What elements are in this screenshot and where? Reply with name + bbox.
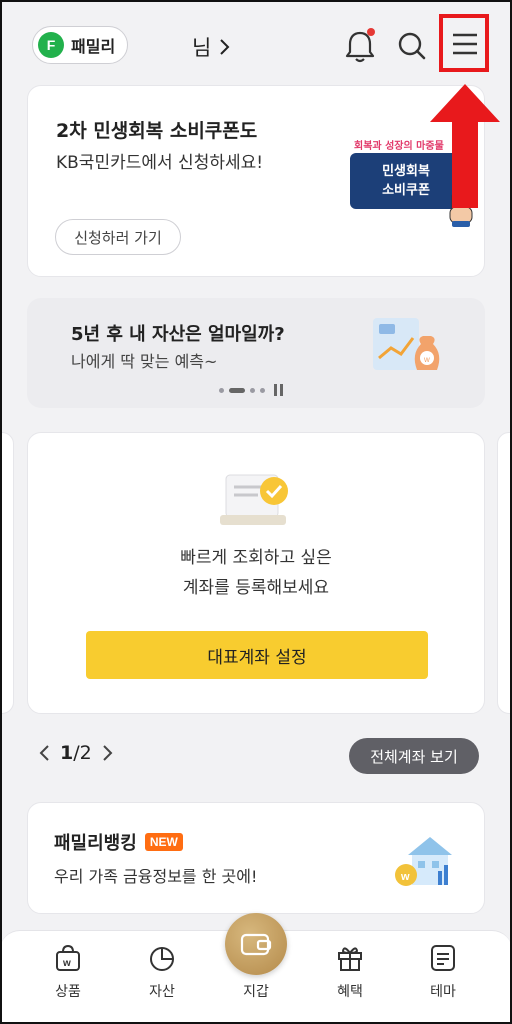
gift-icon [338, 947, 362, 971]
apply-button[interactable]: 신청하러 가기 [55, 219, 181, 255]
svg-text:w: w [400, 871, 410, 883]
red-arrow-up-icon [430, 84, 500, 208]
asset-forecast-banner[interactable]: 5년 후 내 자산은 얼마일까? 나에게 딱 맞는 예측~ w [27, 298, 485, 408]
family-f-icon: F [38, 32, 64, 58]
nav-products[interactable]: w 상품 [38, 941, 98, 1001]
notification-dot [367, 28, 375, 36]
family-banking-title: 패밀리뱅킹 [54, 833, 137, 854]
account-pager: 1/2 [38, 742, 114, 764]
nav-wallet-label[interactable]: 지갑 [225, 981, 287, 1001]
search-icon[interactable] [396, 30, 428, 62]
nav-theme-label: 테마 [430, 984, 456, 1000]
nav-benefits-label: 혜택 [337, 984, 363, 1000]
set-primary-account-button[interactable]: 대표계좌 설정 [86, 631, 428, 679]
document-list-icon [431, 945, 455, 971]
nav-theme[interactable]: 테마 [413, 941, 473, 1001]
account-message: 빠르게 조회하고 싶은 계좌를 등록해보세요 [28, 543, 484, 603]
nav-products-label: 상품 [55, 984, 81, 1000]
pager-dot [260, 387, 265, 393]
main-account-card: 빠르게 조회하고 싶은 계좌를 등록해보세요 대표계좌 설정 [27, 432, 485, 714]
pie-chart-icon [150, 947, 174, 971]
pause-icon[interactable] [274, 384, 286, 396]
prev-card-peek [0, 432, 14, 714]
bottom-navigation: w 상품 자산 지갑 혜택 테마 [0, 913, 512, 1024]
chevron-right-icon [220, 39, 230, 55]
page-number: 1/2 [60, 742, 92, 764]
family-chip[interactable]: F 패밀리 [32, 26, 128, 64]
shopping-bag-icon: w [56, 944, 80, 971]
nav-benefits[interactable]: 혜택 [320, 941, 380, 1001]
promo-subtitle: KB국민카드에서 신청하세요! [56, 153, 264, 173]
pager-dot [219, 387, 224, 393]
page-current: 1 [60, 742, 74, 764]
nav-assets-label: 자산 [149, 984, 175, 1000]
wallet-icon [240, 933, 272, 956]
new-badge: NEW [144, 833, 183, 851]
house-coin-icon: w [395, 837, 452, 886]
svg-text:w: w [62, 958, 71, 969]
user-name-link[interactable]: 님 [192, 32, 231, 62]
family-label: 패밀리 [71, 37, 116, 56]
document-check-icon [220, 474, 288, 525]
family-banking-subtitle: 우리 가족 금융정보를 한 곳에! [54, 867, 258, 886]
pager-dot [250, 387, 255, 393]
chart-moneybag-icon: w [373, 318, 440, 370]
next-card-peek [497, 432, 512, 714]
account-message-line2: 계좌를 등록해보세요 [182, 578, 330, 598]
family-banking-card[interactable]: 패밀리뱅킹 NEW 우리 가족 금융정보를 한 곳에! w [27, 802, 485, 914]
promo-title: 2차 민생회복 소비쿠폰도 [56, 120, 258, 142]
pager-dot-active [229, 387, 245, 393]
highlight-box [439, 14, 489, 72]
all-accounts-button[interactable]: 전체계좌 보기 [349, 738, 479, 774]
chevron-right-icon[interactable] [102, 744, 114, 762]
chevron-left-icon[interactable] [38, 744, 50, 762]
account-message-line1: 빠르게 조회하고 싶은 [180, 548, 332, 568]
asset-title: 5년 후 내 자산은 얼마일까? [71, 324, 285, 345]
page-total: 2 [79, 742, 92, 764]
family-banking-title-row: 패밀리뱅킹 NEW [54, 829, 183, 855]
asset-subtitle: 나에게 딱 맞는 예측~ [71, 352, 218, 371]
user-name-text: 님 [192, 36, 212, 60]
nav-assets[interactable]: 자산 [132, 941, 192, 1001]
top-header: F 패밀리 님 [0, 0, 512, 86]
svg-text:w: w [423, 355, 430, 364]
coupon-promo-card[interactable]: 2차 민생회복 소비쿠폰도 KB국민카드에서 신청하세요! 신청하러 가기 회복… [27, 85, 485, 277]
nav-wallet-button[interactable] [225, 913, 287, 975]
banner-pagination[interactable] [219, 384, 286, 396]
